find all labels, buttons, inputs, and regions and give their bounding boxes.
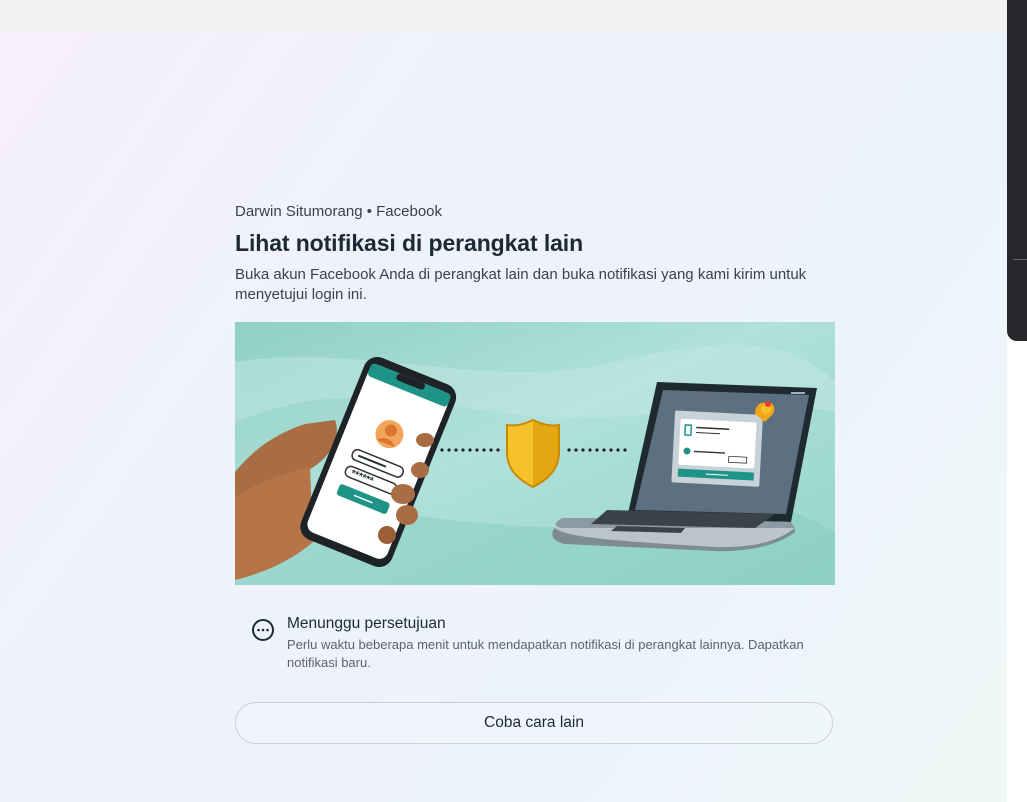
more-horizontal-circle-icon bbox=[252, 619, 274, 641]
page-description: Buka akun Facebook Anda di perangkat lai… bbox=[235, 266, 807, 303]
status-title: Menunggu persetujuan bbox=[287, 615, 446, 632]
side-scroll-panel[interactable] bbox=[1007, 0, 1027, 341]
login-approval-illustration: ****** bbox=[235, 322, 835, 585]
browser-top-strip bbox=[0, 0, 1007, 31]
page-title: Lihat notifikasi di perangkat lain bbox=[235, 230, 584, 256]
status-description: Perlu waktu beberapa menit untuk mendapa… bbox=[287, 637, 804, 670]
try-another-way-button[interactable]: Coba cara lain bbox=[235, 702, 833, 744]
account-line: Darwin Situmorang • Facebook bbox=[235, 203, 443, 220]
side-divider bbox=[1013, 259, 1027, 260]
